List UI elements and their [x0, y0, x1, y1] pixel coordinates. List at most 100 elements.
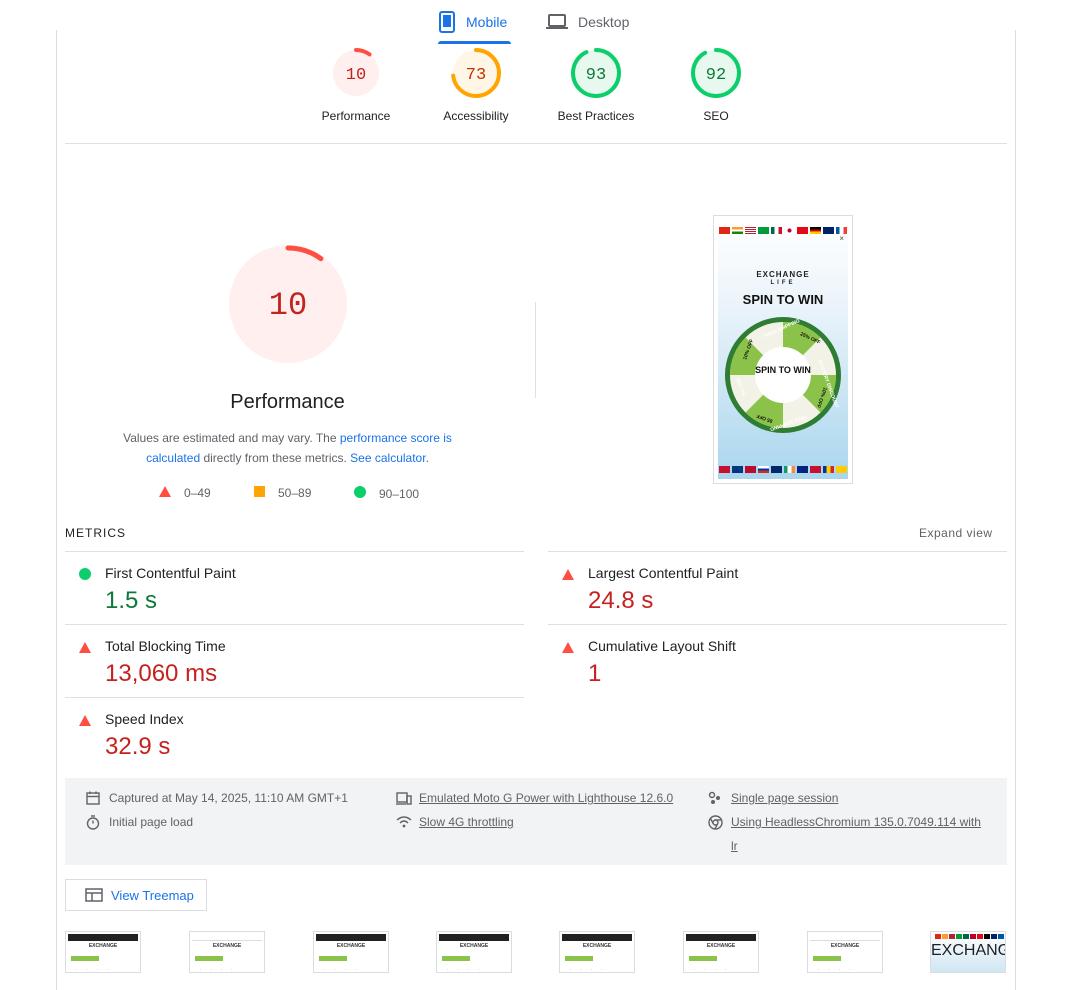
metric-largest-contentful-paint: Largest Contentful Paint 24.8 s [548, 551, 1007, 624]
thumb-logo: EXCHANGE [212, 943, 242, 949]
final-screenshot[interactable]: × EXCHANGE LIFE SPIN TO WIN SPIN TO WIN 2… [713, 215, 853, 484]
legend-average: 50–89 [254, 486, 311, 500]
captured-text: Captured at May 14, 2025, 11:10 AM GMT+1 [109, 791, 348, 805]
triangle-icon [562, 567, 574, 585]
flag-row-bottom [718, 466, 848, 473]
filmstrip: EXCHANGE.... EXCHANGE.... EXCHANGE.... E… [65, 931, 1007, 973]
treemap-label: View Treemap [111, 887, 194, 903]
legend-fail-label: 0–49 [184, 486, 211, 500]
thumb-logo: EXCHANGE [706, 943, 736, 949]
filmstrip-frame: EXCHANGE.... [559, 931, 635, 973]
square-icon [254, 486, 265, 500]
calendar-icon [86, 786, 102, 810]
load-text: Initial page load [109, 815, 194, 829]
metric-first-contentful-paint: First Contentful Paint 1.5 s [65, 551, 524, 624]
filmstrip-frame: EXCHANGE.... [807, 931, 883, 973]
gauge-score: 73 [466, 66, 486, 85]
session-text: Single page session [731, 791, 839, 805]
tab-desktop-label: Desktop [578, 14, 630, 30]
wifi-icon [396, 810, 412, 834]
gauge-label: Accessibility [443, 109, 509, 123]
thumb-logo: EXCHANGE [88, 943, 118, 949]
vertical-separator [535, 302, 536, 398]
timer-icon [86, 810, 102, 834]
legend-pass: 90–100 [354, 486, 419, 501]
devices-icon [396, 786, 412, 810]
chrome-icon [708, 810, 724, 834]
metrics-heading: METRICS [65, 526, 126, 540]
laptop-icon [546, 13, 568, 31]
filmstrip-frame: EXCHANGE.... [189, 931, 265, 973]
treemap-icon [85, 888, 103, 902]
divider [65, 143, 1007, 144]
gauge-accessibility[interactable]: 73 Accessibility [421, 48, 531, 123]
thumb-logo: EXCHANGE [931, 942, 1005, 959]
thumb-logo: EXCHANGE [830, 943, 860, 949]
desc-text: directly from these metrics. [200, 451, 351, 465]
tab-mobile-label: Mobile [466, 14, 508, 30]
captured-at: Captured at May 14, 2025, 11:10 AM GMT+1 [86, 786, 348, 810]
wheel-center-text: SPIN TO WIN [755, 365, 811, 375]
gauge-ring: 10 [331, 48, 381, 98]
circle-icon [354, 486, 366, 501]
metric-value: 1 [588, 660, 602, 687]
browser-text: Using HeadlessChromium 135.0.7049.114 wi… [731, 810, 981, 858]
triangle-icon [79, 640, 91, 658]
performance-title: Performance [230, 391, 345, 413]
metric-value: 32.9 s [105, 733, 171, 760]
see-calculator-link[interactable]: See calculator [350, 451, 425, 465]
expand-view-button[interactable]: Expand view [919, 526, 993, 540]
filmstrip-frame: EXCHANGE.... [313, 931, 389, 973]
filmstrip-frame: EXCHANGE.... [436, 931, 512, 973]
gauge-score: 92 [706, 66, 726, 85]
network-throttling[interactable]: Slow 4G throttling [396, 810, 514, 834]
filmstrip-frame: EXCHANGE.... [683, 931, 759, 973]
circle-icon [79, 567, 91, 585]
filmstrip-frame-final: EXCHANGE [930, 931, 1006, 973]
gauge-best-practices[interactable]: 93 Best Practices [541, 48, 651, 123]
desc-text: Values are estimated and may vary. The [123, 431, 340, 445]
spin-wheel: SPIN TO WIN 25% OFF FREE SHIPPING MYSTER… [725, 317, 841, 433]
triangle-icon [79, 713, 91, 731]
brand-line: EXCHANGE [756, 270, 810, 279]
browser-version[interactable]: Using HeadlessChromium 135.0.7049.114 wi… [708, 810, 981, 858]
view-treemap-button[interactable]: View Treemap [65, 879, 207, 911]
triangle-icon [159, 486, 171, 500]
emulated-device[interactable]: Emulated Moto G Power with Lighthouse 12… [396, 786, 673, 810]
session-icon [708, 786, 724, 810]
brand-logo: EXCHANGE LIFE [718, 270, 848, 288]
screenshot-content: × EXCHANGE LIFE SPIN TO WIN SPIN TO WIN 2… [718, 220, 848, 479]
metric-name: Largest Contentful Paint [588, 565, 739, 581]
metric-cumulative-layout-shift: Cumulative Layout Shift 1 [548, 624, 1007, 697]
gauge-score: 93 [586, 66, 606, 85]
filmstrip-frame: EXCHANGE.... [65, 931, 141, 973]
legend-pass-label: 90–100 [379, 486, 420, 501]
gauge-seo[interactable]: 92 SEO [661, 48, 771, 123]
metric-name: Speed Index [105, 711, 184, 727]
gauge-ring: 73 [451, 48, 501, 98]
metric-value: 24.8 s [588, 587, 654, 614]
initial-load: Initial page load [86, 810, 193, 834]
session-type[interactable]: Single page session [708, 786, 838, 810]
metric-name: Total Blocking Time [105, 638, 226, 654]
gauge-ring: 93 [571, 48, 621, 98]
thumb-logo: EXCHANGE [336, 943, 366, 949]
legend-average-label: 50–89 [278, 486, 312, 500]
flag-row-top [718, 227, 848, 234]
metric-value: 13,060 ms [105, 660, 218, 687]
legend-fail: 0–49 [159, 486, 211, 500]
gauge-label: Best Practices [557, 109, 635, 123]
browser-line: lr [731, 839, 738, 853]
browser-line: Using HeadlessChromium 135.0.7049.114 wi… [731, 815, 981, 829]
gauge-performance[interactable]: 10 Performance [301, 48, 411, 123]
gauge-label: SEO [703, 109, 729, 123]
metric-name: Cumulative Layout Shift [588, 638, 736, 654]
performance-score: 10 [269, 287, 307, 324]
metric-value: 1.5 s [105, 587, 158, 614]
desc-text: . [425, 451, 429, 465]
metric-total-blocking-time: Total Blocking Time 13,060 ms [65, 624, 524, 697]
triangle-icon [562, 640, 574, 658]
gauge-ring: 92 [691, 48, 741, 98]
brand-line: LIFE [770, 280, 796, 286]
device-text: Emulated Moto G Power with Lighthouse 12… [419, 791, 674, 805]
